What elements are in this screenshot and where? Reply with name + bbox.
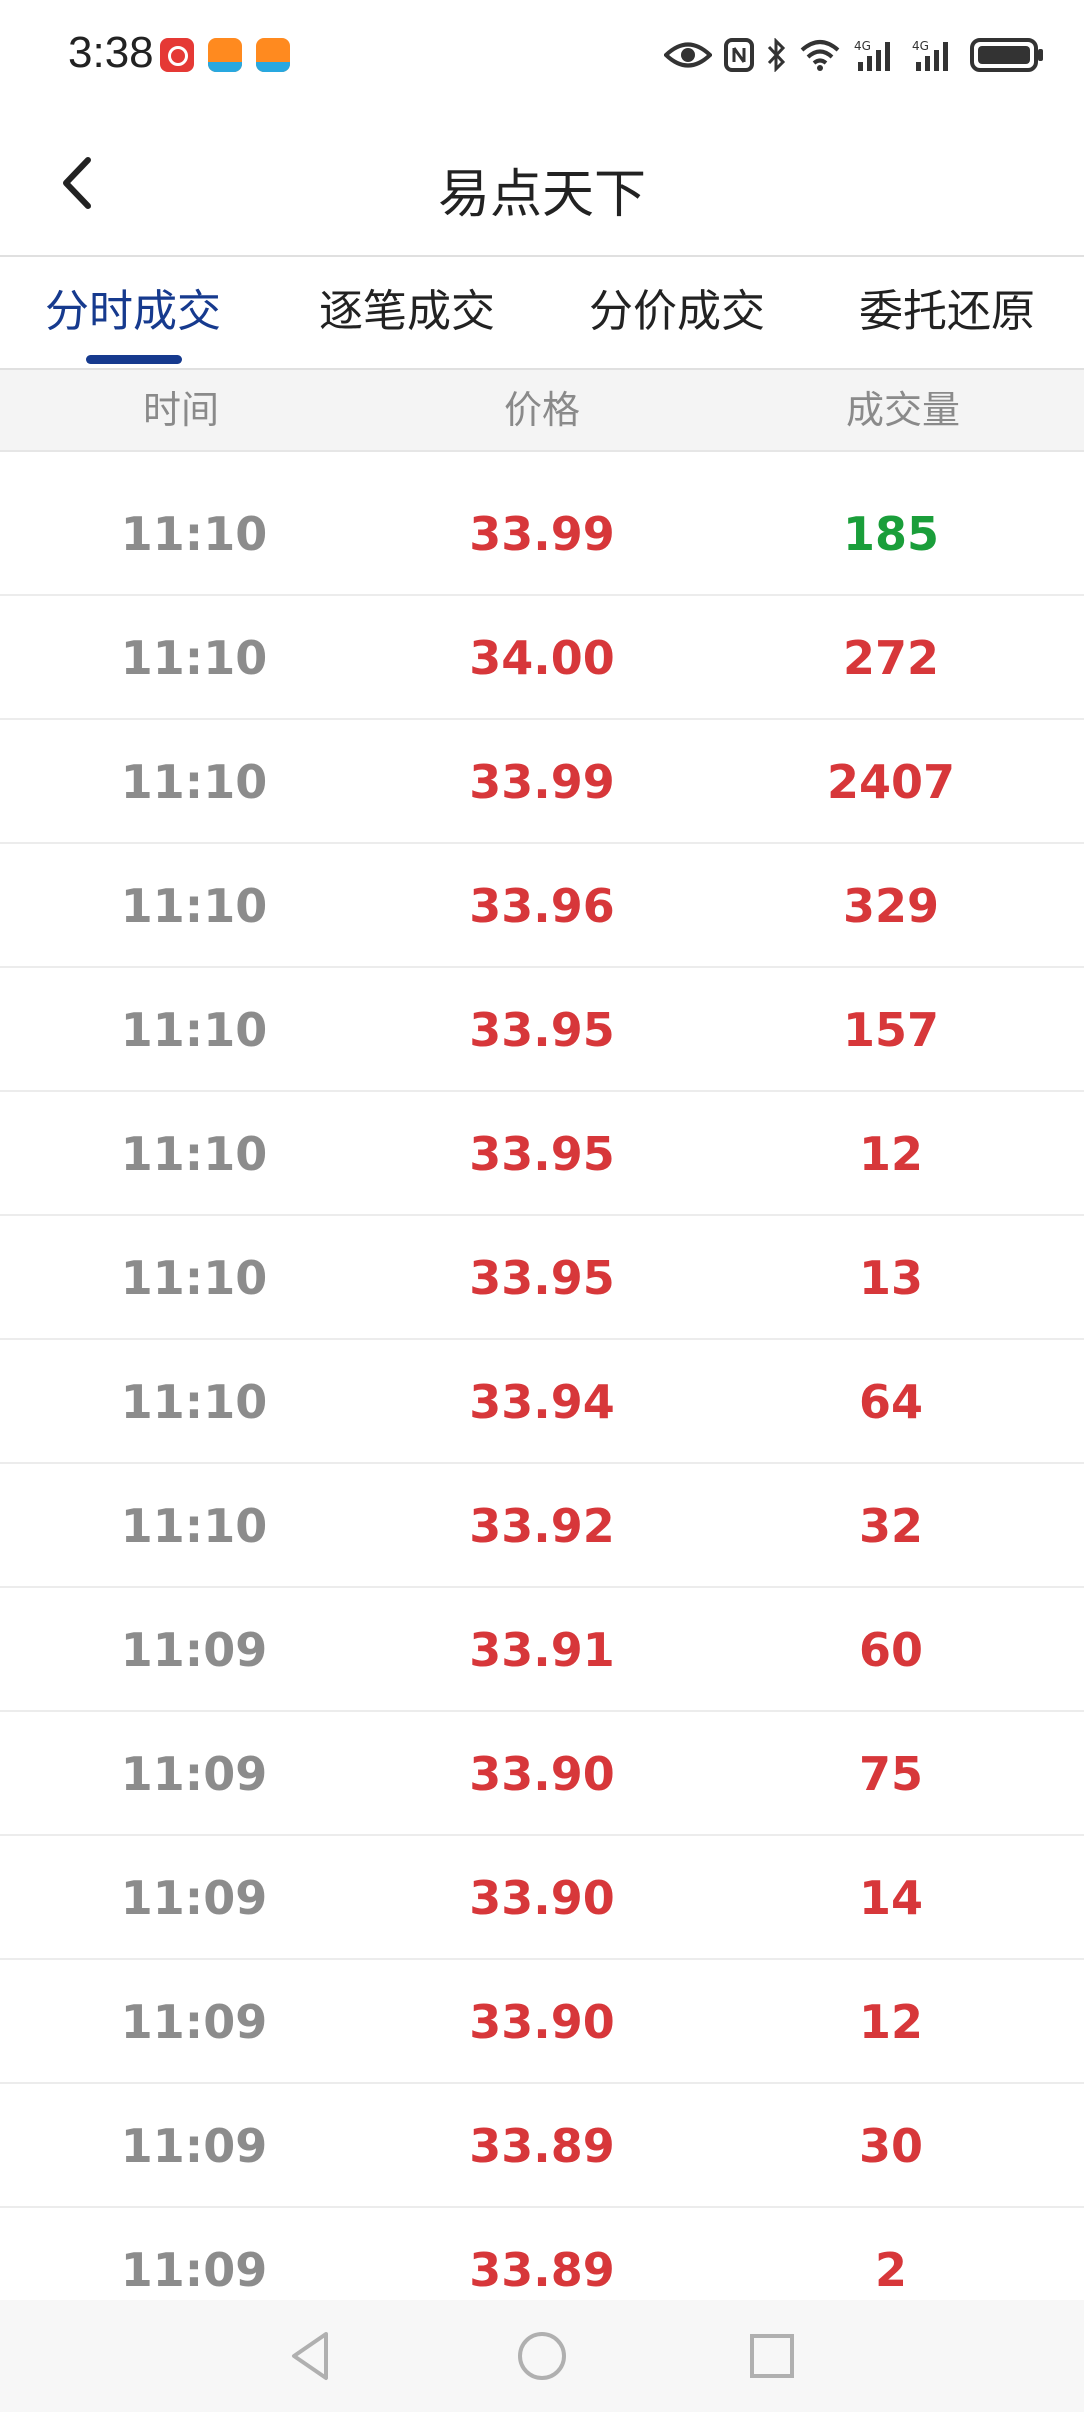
cell-time: 11:10 [120, 507, 268, 561]
page-header: 易点天下 [0, 110, 1084, 255]
table-row[interactable]: 11:10 33.99 2407 [0, 720, 1084, 844]
cell-time: 11:10 [120, 879, 268, 933]
table-row[interactable]: 11:10 33.99 185 [0, 472, 1084, 596]
cell-time: 11:09 [120, 1623, 268, 1677]
column-header-price: 价格 [503, 388, 581, 432]
tab-price-trades[interactable]: 分价成交 [572, 257, 782, 370]
svg-text:4G: 4G [912, 39, 929, 53]
cell-volume: 272 [842, 631, 940, 685]
nav-back-button[interactable] [278, 2324, 342, 2388]
signal-4g-icon: 4G [912, 39, 948, 71]
back-triangle-icon [292, 2332, 328, 2380]
table-row[interactable]: 11:10 33.94 64 [0, 1340, 1084, 1464]
tab-minute-trades[interactable]: 分时成交 [28, 257, 238, 370]
app-notification-icon [256, 38, 290, 72]
cell-price: 33.99 [469, 755, 615, 809]
tab-order-restore[interactable]: 委托还原 [842, 257, 1052, 370]
cell-price: 33.89 [469, 2243, 615, 2297]
trade-list[interactable]: 11:10 33.99 185 11:10 34.00 272 11:10 33.99 2407… [0, 472, 1084, 2302]
cell-price: 33.95 [469, 1127, 615, 1181]
status-time: 3:38 [68, 28, 154, 77]
cell-price: 33.96 [469, 879, 615, 933]
cell-volume: 64 [858, 1375, 924, 1429]
nfc-icon [724, 38, 754, 72]
system-nav-bar [0, 2300, 1084, 2412]
cell-volume: 14 [858, 1871, 924, 1925]
cell-volume: 75 [858, 1747, 924, 1801]
cell-price: 33.95 [469, 1251, 615, 1305]
table-row[interactable]: 11:10 33.95 12 [0, 1092, 1084, 1216]
cell-time: 11:10 [120, 1499, 268, 1553]
active-tab-indicator [86, 355, 182, 364]
cell-time: 11:09 [120, 1747, 268, 1801]
cell-price: 33.95 [469, 1003, 615, 1057]
table-row[interactable]: 11:10 33.92 32 [0, 1464, 1084, 1588]
cell-time: 11:09 [120, 1871, 268, 1925]
cell-price: 33.91 [469, 1623, 615, 1677]
table-row[interactable]: 11:09 33.90 14 [0, 1836, 1084, 1960]
cell-time: 11:10 [120, 631, 268, 685]
nav-recents-button[interactable] [740, 2324, 804, 2388]
page-title: 易点天下 [437, 165, 646, 225]
cell-volume: 12 [858, 1127, 924, 1181]
cell-volume: 329 [842, 879, 940, 933]
cell-volume: 60 [858, 1623, 924, 1677]
recents-square-icon [750, 2334, 794, 2378]
cell-price: 33.89 [469, 2119, 615, 2173]
cell-volume: 12 [858, 1995, 924, 2049]
cell-price: 33.90 [469, 1995, 615, 2049]
table-row[interactable]: 11:09 33.89 2 [0, 2208, 1084, 2302]
table-row[interactable]: 11:09 33.90 75 [0, 1712, 1084, 1836]
column-header-volume: 成交量 [845, 388, 961, 432]
cell-price: 33.92 [469, 1499, 615, 1553]
table-row[interactable]: 11:09 33.90 12 [0, 1960, 1084, 2084]
bluetooth-icon [767, 38, 786, 72]
cell-time: 11:10 [120, 755, 268, 809]
table-row[interactable]: 11:09 33.89 30 [0, 2084, 1084, 2208]
cell-volume: 30 [858, 2119, 924, 2173]
cell-volume: 32 [858, 1499, 924, 1553]
nav-home-button[interactable] [510, 2324, 574, 2388]
eye-icon [664, 42, 712, 68]
cell-time: 11:10 [120, 1375, 268, 1429]
cell-time: 11:09 [120, 2119, 268, 2173]
signal-4g-icon: 4G [854, 39, 890, 71]
tab-bar: 分时成交 逐笔成交 分价成交 委托还原 [0, 255, 1084, 370]
status-icons: 4G 4G [664, 30, 1044, 80]
table-row[interactable]: 11:10 33.95 13 [0, 1216, 1084, 1340]
home-circle-icon [518, 2332, 566, 2380]
tab-tick-trades[interactable]: 逐笔成交 [302, 257, 512, 370]
cell-time: 11:09 [120, 2243, 268, 2297]
cell-time: 11:10 [120, 1251, 268, 1305]
table-row[interactable]: 11:10 34.00 272 [0, 596, 1084, 720]
cell-time: 11:09 [120, 1995, 268, 2049]
status-bar: 3:38 4G 4G [0, 0, 1084, 110]
cell-volume: 2 [874, 2243, 908, 2297]
cell-volume: 13 [858, 1251, 924, 1305]
cell-time: 11:10 [120, 1003, 268, 1057]
table-row[interactable]: 11:09 33.91 60 [0, 1588, 1084, 1712]
table-row[interactable]: 11:10 33.95 157 [0, 968, 1084, 1092]
cell-time: 11:10 [120, 1127, 268, 1181]
column-header-time: 时间 [142, 388, 220, 432]
cell-price: 33.90 [469, 1747, 615, 1801]
table-header: 时间 价格 成交量 [0, 370, 1084, 452]
app-notification-icon [160, 38, 194, 72]
cell-price: 33.99 [469, 507, 615, 561]
table-row[interactable]: 11:10 33.96 329 [0, 844, 1084, 968]
battery-icon [970, 38, 1043, 72]
cell-volume: 185 [842, 507, 940, 561]
cell-volume: 157 [842, 1003, 940, 1057]
cell-price: 34.00 [469, 631, 615, 685]
cell-price: 33.90 [469, 1871, 615, 1925]
cell-price: 33.94 [469, 1375, 615, 1429]
wifi-icon [800, 40, 840, 71]
app-notification-icon [208, 38, 242, 72]
cell-volume: 2407 [826, 755, 956, 809]
svg-text:4G: 4G [854, 39, 871, 53]
